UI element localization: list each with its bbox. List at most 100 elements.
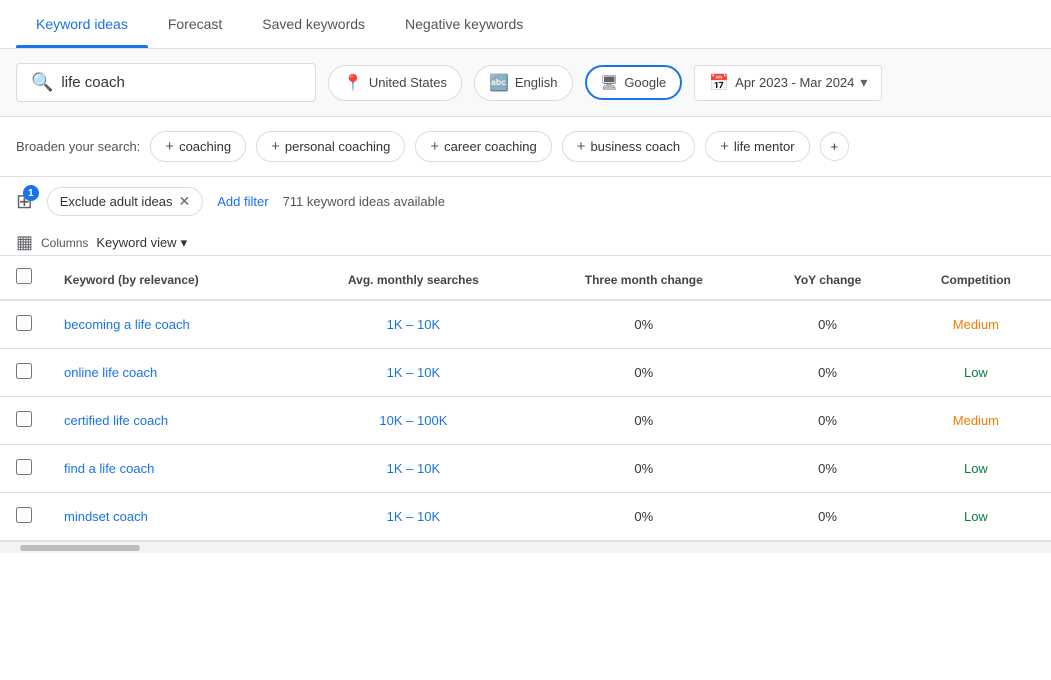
header-checkbox-cell [0, 256, 48, 300]
select-all-checkbox[interactable] [16, 268, 32, 284]
toolbar-row: ⊞ 1 Exclude adult ideas ✕ Add filter 711… [0, 177, 1051, 226]
row-checkbox[interactable] [16, 459, 32, 475]
row-checkbox[interactable] [16, 411, 32, 427]
three-month-cell: 0% [533, 349, 754, 397]
search-input[interactable] [61, 74, 281, 91]
row-checkbox-cell [0, 300, 48, 349]
competition-cell: Low [901, 445, 1051, 493]
search-row: 🔍 📍 United States 🔤 English 🖥 Google 📅 A… [0, 49, 1051, 117]
broaden-tag-life-mentor[interactable]: + life mentor [705, 131, 809, 162]
tab-negative-keywords[interactable]: Negative keywords [385, 0, 543, 48]
calendar-icon: 📅 [709, 73, 729, 93]
date-range-filter[interactable]: 📅 Apr 2023 - Mar 2024 ▾ [694, 65, 882, 101]
ideas-count: 711 keyword ideas available [283, 194, 445, 209]
row-checkbox[interactable] [16, 507, 32, 523]
header-three-month: Three month change [533, 256, 754, 300]
tag-label: career coaching [444, 139, 537, 154]
language-label: English [515, 75, 558, 90]
plus-icon: + [577, 138, 586, 155]
chevron-down-icon: ▾ [860, 74, 867, 91]
tab-keyword-ideas[interactable]: Keyword ideas [16, 0, 148, 48]
three-month-cell: 0% [533, 493, 754, 541]
add-filter-button[interactable]: Add filter [217, 194, 268, 209]
plus-icon: + [165, 138, 174, 155]
tag-label: business coach [590, 139, 680, 154]
filter-icon-wrap: ⊞ 1 [16, 189, 33, 214]
avg-monthly-cell: 1K – 10K [293, 300, 533, 349]
competition-cell: Medium [901, 300, 1051, 349]
broaden-tag-coaching[interactable]: + coaching [150, 131, 246, 162]
plus-icon: + [430, 138, 439, 155]
close-icon[interactable]: ✕ [179, 193, 191, 210]
tab-forecast[interactable]: Forecast [148, 0, 242, 48]
avg-monthly-cell: 10K – 100K [293, 397, 533, 445]
table-row: mindset coach 1K – 10K 0% 0% Low [0, 493, 1051, 541]
keyword-cell[interactable]: becoming a life coach [48, 300, 293, 349]
broaden-tag-career-coaching[interactable]: + career coaching [415, 131, 551, 162]
keyword-table-wrap: Keyword (by relevance) Avg. monthly sear… [0, 255, 1051, 541]
yoy-cell: 0% [754, 445, 901, 493]
row-checkbox-cell [0, 397, 48, 445]
table-row: becoming a life coach 1K – 10K 0% 0% Med… [0, 300, 1051, 349]
broaden-more-button[interactable]: + [820, 132, 850, 161]
scrollbar-thumb[interactable] [20, 545, 140, 551]
exclude-adult-pill[interactable]: Exclude adult ideas ✕ [47, 187, 203, 216]
broaden-row: Broaden your search: + coaching + person… [0, 117, 1051, 177]
keyword-cell[interactable]: find a life coach [48, 445, 293, 493]
competition-cell: Low [901, 493, 1051, 541]
columns-label[interactable]: Columns [41, 236, 88, 250]
platform-filter[interactable]: 🖥 Google [585, 65, 683, 100]
language-icon: 🔤 [489, 73, 509, 93]
three-month-cell: 0% [533, 300, 754, 349]
tag-label: personal coaching [285, 139, 391, 154]
location-label: United States [369, 75, 447, 90]
three-month-cell: 0% [533, 397, 754, 445]
yoy-cell: 0% [754, 397, 901, 445]
avg-monthly-cell: 1K – 10K [293, 349, 533, 397]
platform-label: Google [624, 75, 666, 90]
broaden-tag-personal-coaching[interactable]: + personal coaching [256, 131, 405, 162]
header-avg-monthly: Avg. monthly searches [293, 256, 533, 300]
table-row: find a life coach 1K – 10K 0% 0% Low [0, 445, 1051, 493]
avg-monthly-cell: 1K – 10K [293, 445, 533, 493]
chevron-down-icon: ▾ [181, 235, 188, 251]
language-filter[interactable]: 🔤 English [474, 65, 573, 101]
header-competition: Competition [901, 256, 1051, 300]
date-range-label: Apr 2023 - Mar 2024 [735, 75, 854, 90]
tag-label: coaching [179, 139, 231, 154]
row-checkbox-cell [0, 349, 48, 397]
search-box[interactable]: 🔍 [16, 63, 316, 102]
table-row: online life coach 1K – 10K 0% 0% Low [0, 349, 1051, 397]
header-yoy: YoY change [754, 256, 901, 300]
location-filter[interactable]: 📍 United States [328, 65, 462, 101]
row-checkbox[interactable] [16, 315, 32, 331]
competition-cell: Low [901, 349, 1051, 397]
avg-monthly-cell: 1K – 10K [293, 493, 533, 541]
google-icon: 🖥 [601, 74, 619, 91]
columns-icon[interactable]: ▦ [16, 232, 33, 253]
exclude-label: Exclude adult ideas [60, 194, 173, 209]
row-checkbox[interactable] [16, 363, 32, 379]
tab-saved-keywords[interactable]: Saved keywords [242, 0, 385, 48]
keyword-view-button[interactable]: Keyword view ▾ [96, 235, 187, 251]
keyword-cell[interactable]: mindset coach [48, 493, 293, 541]
keyword-cell[interactable]: online life coach [48, 349, 293, 397]
horizontal-scrollbar[interactable] [0, 541, 1051, 553]
competition-cell: Medium [901, 397, 1051, 445]
keyword-cell[interactable]: certified life coach [48, 397, 293, 445]
row-checkbox-cell [0, 445, 48, 493]
yoy-cell: 0% [754, 349, 901, 397]
table-row: certified life coach 10K – 100K 0% 0% Me… [0, 397, 1051, 445]
three-month-cell: 0% [533, 445, 754, 493]
broaden-label: Broaden your search: [16, 139, 140, 154]
plus-icon: + [271, 138, 280, 155]
tag-label: life mentor [734, 139, 795, 154]
broaden-tag-business-coach[interactable]: + business coach [562, 131, 695, 162]
row-checkbox-cell [0, 493, 48, 541]
location-icon: 📍 [343, 73, 363, 93]
filter-badge: 1 [23, 185, 39, 201]
search-icon: 🔍 [31, 72, 53, 93]
columns-row: ▦ Columns Keyword view ▾ [0, 226, 1051, 255]
keyword-view-label: Keyword view [96, 235, 176, 250]
tab-bar: Keyword ideas Forecast Saved keywords Ne… [0, 0, 1051, 49]
